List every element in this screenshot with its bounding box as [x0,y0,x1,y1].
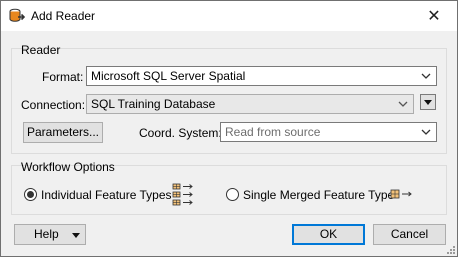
add-reader-dialog: Add Reader ✕ Reader Format: Microsoft SQ… [0,0,458,257]
format-select[interactable]: Microsoft SQL Server Spatial [86,66,437,86]
chevron-down-icon [421,73,431,79]
single-merged-feature-type-label[interactable]: Single Merged Feature Type [243,188,394,202]
single-merged-feature-type-radio[interactable] [226,188,239,201]
individual-feature-types-label[interactable]: Individual Feature Types [41,188,172,202]
radio-selected-dot [27,191,34,198]
cancel-button[interactable]: Cancel [373,224,446,245]
ok-button-label: OK [319,227,338,241]
triangle-down-icon [424,100,432,105]
connection-label: Connection: [21,98,86,112]
connection-menu-button[interactable] [420,94,436,110]
triangle-down-icon [72,233,80,238]
close-button[interactable]: ✕ [411,1,457,31]
individual-feature-types-radio[interactable] [24,188,37,201]
chevron-down-icon [398,101,408,107]
parameters-button-label: Parameters... [26,125,100,139]
help-button-label: Help [34,227,59,241]
single-feature-type-icon [390,189,412,199]
resize-grip-icon[interactable] [446,245,456,255]
close-icon: ✕ [427,8,441,25]
chevron-down-icon [421,129,431,135]
workflow-options-label: Workflow Options [21,160,115,174]
coord-system-select[interactable]: Read from source [220,122,437,142]
title-bar: Add Reader ✕ [1,1,457,31]
connection-select[interactable]: SQL Training Database [86,94,414,114]
cancel-button-label: Cancel [390,227,429,241]
coord-system-label: Coord. System: [139,126,222,140]
parameters-button[interactable]: Parameters... [23,122,103,143]
reader-group-label: Reader [21,43,61,57]
multiple-feature-types-icon [172,183,193,206]
dialog-title: Add Reader [31,9,96,23]
coord-system-value: Read from source [225,125,321,139]
ok-button[interactable]: OK [292,224,365,245]
format-value: Microsoft SQL Server Spatial [91,69,246,83]
connection-value: SQL Training Database [91,97,216,111]
help-button[interactable]: Help [14,224,86,245]
format-label: Format: [42,70,84,84]
reader-add-icon [9,8,26,24]
